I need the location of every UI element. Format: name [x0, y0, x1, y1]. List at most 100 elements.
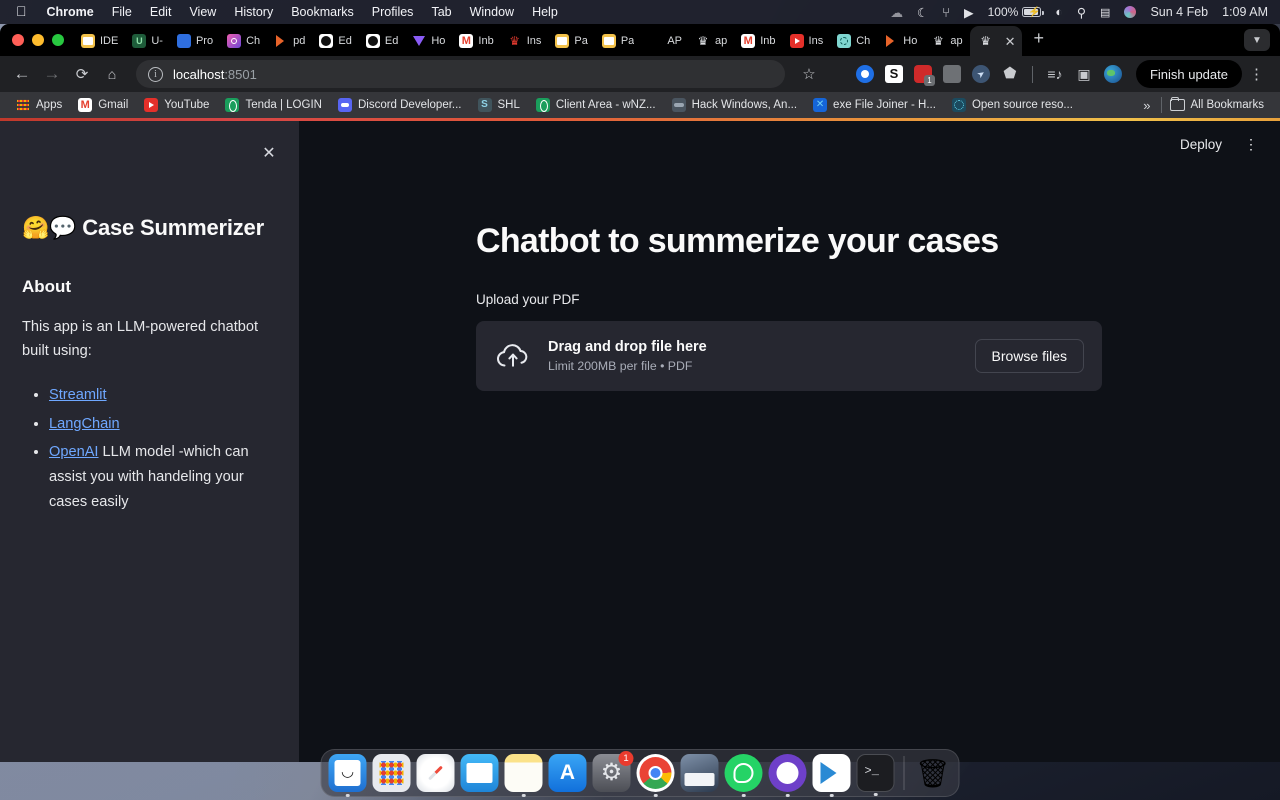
address-bar[interactable]: i localhost:8501 [136, 60, 785, 88]
sidebar-close-icon[interactable]: ✕ [255, 140, 283, 168]
visual-studio-code-icon[interactable] [812, 754, 851, 797]
mail-icon[interactable] [460, 754, 499, 792]
browse-files-button[interactable]: Browse files [974, 338, 1084, 373]
forward-arrow-icon[interactable]: → [38, 60, 66, 88]
minimize-window-button[interactable] [32, 34, 44, 46]
three-dot-menu-icon[interactable]: ⋮ [1243, 67, 1272, 82]
red-extension-icon[interactable]: 1 [913, 65, 935, 86]
preview-icon[interactable] [680, 754, 719, 792]
file-uploader-dropzone[interactable]: Drag and drop file here Limit 200MB per … [476, 320, 1102, 391]
bookmark-0[interactable]: Apps [8, 95, 70, 115]
menu-chrome[interactable]: Chrome [38, 5, 103, 19]
bluetooth-icon[interactable]: ⑂ [942, 5, 950, 20]
s-extension-icon[interactable] [884, 65, 903, 83]
control-center-icon[interactable]: ▤ [1100, 6, 1110, 19]
gray-extension-icon[interactable] [942, 65, 961, 83]
tab-13[interactable]: ap [689, 26, 734, 56]
menu-tab[interactable]: Tab [422, 5, 460, 19]
bookmark-4[interactable]: Discord Developer... [330, 95, 470, 115]
menu-edit[interactable]: Edit [141, 5, 181, 19]
tab-14[interactable]: Inb [734, 26, 782, 56]
trash-icon[interactable] [914, 754, 952, 792]
tab-7[interactable]: Ho [405, 26, 452, 56]
search-icon[interactable]: ⚲ [1077, 5, 1086, 20]
tab-12[interactable]: AP [641, 26, 689, 56]
bookmark-5[interactable]: SHL [470, 95, 528, 115]
finder-icon[interactable] [328, 754, 367, 797]
info-icon[interactable]: i [148, 66, 163, 82]
menubar-time[interactable]: 1:09 AM [1222, 5, 1268, 19]
tab-6[interactable]: Ed [359, 26, 405, 56]
menubar-date[interactable]: Sun 4 Feb [1150, 5, 1208, 19]
cursor-extension-icon[interactable] [971, 65, 990, 83]
maximize-window-button[interactable] [52, 34, 64, 46]
battery-status[interactable]: 100% ⚡ [988, 5, 1044, 19]
new-tab-button[interactable]: + [1022, 29, 1055, 51]
moon-icon[interactable]: ☾ [917, 5, 928, 20]
bookmark-7[interactable]: Hack Windows, An... [664, 95, 805, 115]
tab-18[interactable]: ap [924, 26, 969, 56]
system-settings-icon[interactable]: 1 [592, 751, 634, 792]
tab-5[interactable]: Ed [312, 26, 358, 56]
streamlit-menu-icon[interactable]: ⋮ [1236, 133, 1266, 155]
github-desktop-icon[interactable] [768, 754, 807, 797]
bookmark-6[interactable]: Client Area - wNZ... [528, 95, 664, 115]
langchain-link[interactable]: LangChain [49, 416, 120, 432]
siri-icon[interactable] [1124, 6, 1137, 18]
all-bookmarks-button[interactable]: All Bookmarks [1162, 96, 1273, 114]
tab-8[interactable]: Inb [452, 26, 500, 56]
wifi-icon[interactable]: ◐ [1055, 5, 1063, 19]
tab-15[interactable]: Ins [783, 26, 831, 56]
home-icon[interactable]: ⌂ [98, 60, 126, 88]
cloud-icon[interactable]: ☁ [890, 5, 903, 20]
streamlit-link[interactable]: Streamlit [49, 387, 107, 403]
menu-help[interactable]: Help [523, 5, 567, 19]
menu-view[interactable]: View [180, 5, 225, 19]
play-circle-icon[interactable]: ▶︎ [964, 5, 974, 20]
back-arrow-icon[interactable]: ← [8, 60, 36, 88]
launchpad-icon[interactable] [372, 754, 411, 792]
tab-search-button[interactable]: ▼ [1244, 29, 1270, 51]
bookmark-3[interactable]: Tenda | LOGIN [217, 95, 330, 115]
tab-11[interactable]: Pa [595, 26, 641, 56]
tab-4[interactable]: pd [267, 26, 312, 56]
bookmark-9[interactable]: Open source reso... [944, 95, 1081, 115]
bookmark-8[interactable]: exe File Joiner - H... [805, 95, 944, 115]
blue-circle-extension-icon[interactable] [855, 65, 874, 83]
bookmark-2[interactable]: YouTube [136, 95, 217, 115]
safari-icon[interactable] [416, 754, 455, 792]
tab-3[interactable]: Ch [220, 26, 267, 56]
tab-active[interactable]: ✕ [969, 26, 1022, 56]
tab-10[interactable]: Pa [548, 26, 594, 56]
reload-icon[interactable]: ⟳ [68, 60, 96, 88]
tab-0[interactable]: IDE [74, 26, 125, 56]
side-panel-icon[interactable]: ▣ [1070, 60, 1098, 88]
tab-1[interactable]: U- [125, 26, 170, 56]
menu-file[interactable]: File [103, 5, 141, 19]
bookmark-1[interactable]: Gmail [70, 95, 136, 115]
openai-link[interactable]: OpenAI [49, 444, 99, 460]
menu-profiles[interactable]: Profiles [363, 5, 423, 19]
close-window-button[interactable] [12, 34, 24, 46]
finish-update-button[interactable]: Finish update [1135, 60, 1242, 88]
terminal-icon[interactable] [856, 754, 895, 796]
tab-close-icon[interactable]: ✕ [1005, 35, 1016, 48]
google-chrome-icon[interactable] [636, 754, 675, 797]
tab-16[interactable]: Ch [830, 26, 877, 56]
puzzle-extensions-icon[interactable] [1001, 65, 1019, 83]
app-store-icon[interactable] [548, 754, 587, 792]
bookmarks-overflow-button[interactable]: » [1133, 98, 1160, 113]
deploy-button[interactable]: Deploy [1170, 131, 1232, 158]
split-view-icon[interactable]: ≡♪ [1041, 60, 1069, 88]
notes-icon[interactable] [504, 754, 543, 797]
menu-window[interactable]: Window [461, 5, 523, 19]
tab-2[interactable]: Pro [170, 26, 220, 56]
tab-9[interactable]: Ins [501, 26, 549, 56]
earth-extension-icon[interactable] [1103, 65, 1122, 83]
menu-bookmarks[interactable]: Bookmarks [282, 5, 363, 19]
star-icon[interactable]: ☆ [795, 60, 823, 88]
tab-17[interactable]: Ho [877, 26, 924, 56]
whatsapp-icon[interactable] [724, 754, 763, 797]
menu-history[interactable]: History [225, 5, 282, 19]
apple-logo-icon[interactable]:  [8, 4, 38, 20]
